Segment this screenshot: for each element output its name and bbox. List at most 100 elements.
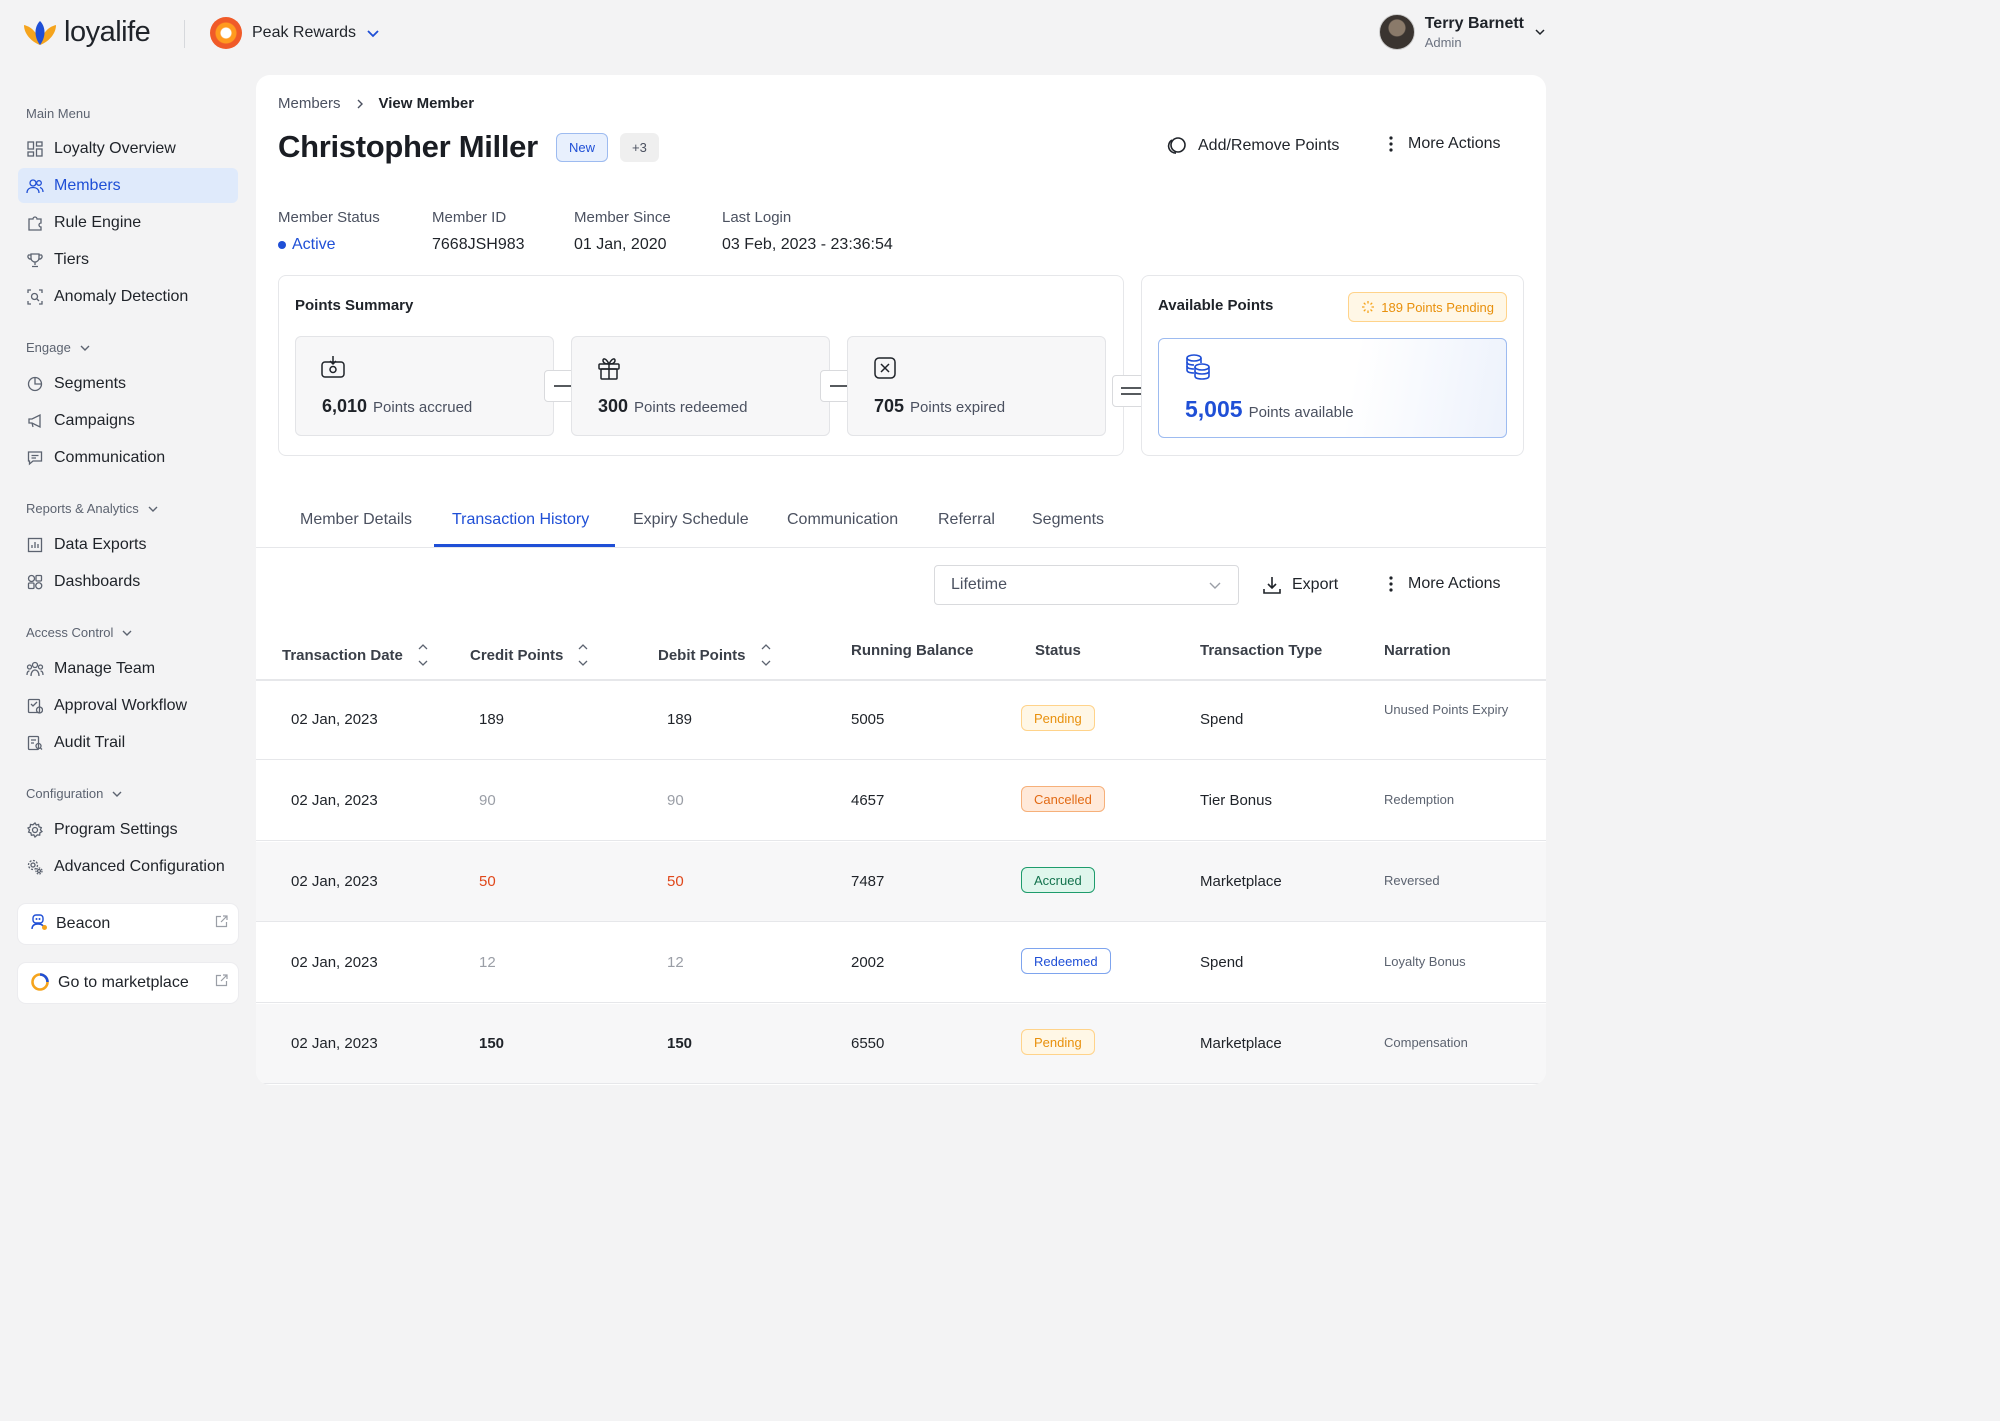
- cell-credit: 90: [479, 792, 496, 809]
- add-remove-points-button[interactable]: Add/Remove Points: [1166, 135, 1339, 157]
- section-toggle-engage[interactable]: Engage: [26, 340, 91, 355]
- tab-transaction-history[interactable]: Transaction History: [452, 511, 589, 529]
- sidebar-item-segments[interactable]: Segments: [18, 366, 238, 401]
- marketplace-link[interactable]: Go to marketplace: [18, 963, 238, 1003]
- breadcrumb-parent[interactable]: Members: [278, 95, 341, 112]
- points-summary-title: Points Summary: [295, 297, 414, 314]
- points-accrued-value: 6,010: [322, 396, 368, 416]
- member-status-value: Active: [292, 236, 336, 253]
- chevron-down-icon: [367, 30, 379, 38]
- member-status-label: Member Status: [278, 209, 380, 226]
- column-header-status: Status: [1035, 642, 1081, 659]
- section-toggle-configuration[interactable]: Configuration: [26, 786, 123, 801]
- tab-segments[interactable]: Segments: [1032, 511, 1104, 529]
- table-row[interactable]: 02 Jan, 2023 150 150 6550 Pending Market…: [256, 1004, 1546, 1084]
- export-button[interactable]: Export: [1262, 575, 1338, 595]
- external-link-icon: [215, 974, 228, 992]
- cell-date: 02 Jan, 2023: [291, 954, 378, 971]
- tab-member-details[interactable]: Member Details: [300, 511, 412, 529]
- cell-type: Spend: [1200, 711, 1244, 728]
- program-name: Peak Rewards: [252, 24, 357, 41]
- sidebar-item-approval-workflow[interactable]: Approval Workflow: [18, 688, 238, 723]
- user-menu[interactable]: Terry Barnett Admin: [1378, 14, 1546, 50]
- more-actions-label: More Actions: [1408, 135, 1501, 152]
- cell-balance: 2002: [851, 954, 885, 971]
- sidebar-item-label: Anomaly Detection: [54, 287, 189, 305]
- sidebar-item-advanced-configuration[interactable]: Advanced Configuration: [18, 849, 238, 884]
- sidebar-item-rule-engine[interactable]: Rule Engine: [18, 205, 238, 240]
- last-login-label: Last Login: [722, 209, 792, 226]
- gift-icon: [596, 355, 622, 386]
- member-id: Member ID 7668JSH983: [432, 209, 525, 254]
- sidebar-item-members[interactable]: Members: [18, 168, 238, 203]
- section-toggle-reports[interactable]: Reports & Analytics: [26, 501, 159, 516]
- cell-narration: Loyalty Bonus: [1384, 954, 1466, 969]
- more-badges-button[interactable]: +3: [620, 133, 659, 162]
- avatar: [1378, 14, 1415, 50]
- trophy-icon: [26, 251, 44, 269]
- table-row[interactable]: 02 Jan, 2023 12 12 2002 Redeemed Spend L…: [256, 923, 1546, 1003]
- section-title-configuration: Configuration: [26, 786, 104, 801]
- table-more-actions-button[interactable]: More Actions: [1384, 575, 1500, 593]
- sidebar-item-anomaly-detection[interactable]: Anomaly Detection: [18, 279, 238, 314]
- member-since: Member Since 01 Jan, 2020: [574, 209, 671, 254]
- sidebar-item-data-exports[interactable]: Data Exports: [18, 527, 238, 562]
- breadcrumb: Members View Member: [278, 95, 474, 112]
- gears-icon: [26, 858, 44, 876]
- tab-expiry-schedule[interactable]: Expiry Schedule: [633, 511, 749, 529]
- sidebar-item-audit-trail[interactable]: Audit Trail: [18, 725, 238, 760]
- user-role: Admin: [1424, 34, 1462, 50]
- sidebar-item-manage-team[interactable]: Manage Team: [18, 651, 238, 686]
- cell-narration: Redemption: [1384, 792, 1455, 807]
- download-icon: [1263, 577, 1281, 594]
- loyalife-logo-icon: [24, 20, 56, 45]
- tab-referral[interactable]: Referral: [938, 511, 995, 529]
- export-label: Export: [1292, 576, 1339, 593]
- period-select-value: Lifetime: [951, 576, 1008, 593]
- coins-icon: [1183, 353, 1211, 386]
- top-bar: loyalife Peak Rewards Terry Barnett Admi…: [0, 0, 1568, 68]
- beacon-label: Beacon: [56, 915, 111, 932]
- header-divider: [184, 20, 185, 48]
- active-tab-indicator: [434, 544, 615, 547]
- sort-icon: [578, 644, 588, 666]
- last-login: Last Login 03 Feb, 2023 - 23:36:54: [722, 209, 893, 254]
- sidebar-item-program-settings[interactable]: Program Settings: [18, 812, 238, 847]
- last-login-value: 03 Feb, 2023 - 23:36:54: [722, 236, 893, 253]
- sidebar-item-communication[interactable]: Communication: [18, 440, 238, 475]
- loader-icon: [1362, 301, 1375, 313]
- sidebar-item-label: Manage Team: [54, 659, 156, 677]
- kebab-menu-icon: [1389, 136, 1393, 152]
- section-toggle-access-control[interactable]: Access Control: [26, 625, 133, 640]
- sidebar-item-campaigns[interactable]: Campaigns: [18, 403, 238, 438]
- points-adjust-icon: [1167, 137, 1186, 154]
- sidebar-item-label: Audit Trail: [54, 733, 126, 751]
- approval-icon: [26, 697, 44, 715]
- period-select[interactable]: Lifetime: [934, 565, 1239, 605]
- sidebar-item-label: Data Exports: [54, 535, 147, 553]
- column-header-credit-points[interactable]: Credit Points: [470, 642, 589, 668]
- sidebar-item-dashboards[interactable]: Dashboards: [18, 564, 238, 599]
- puzzle-icon: [26, 214, 44, 232]
- program-switcher[interactable]: Peak Rewards: [210, 17, 380, 49]
- table-row[interactable]: 02 Jan, 2023 50 50 7487 Accrued Marketpl…: [256, 842, 1546, 922]
- cell-type: Tier Bonus: [1200, 792, 1272, 809]
- points-pending-badge: 189 Points Pending: [1348, 292, 1507, 322]
- chevron-down-icon: [1209, 582, 1221, 589]
- tab-communication[interactable]: Communication: [787, 511, 898, 529]
- cell-debit: 90: [667, 792, 684, 809]
- status-badge: Pending: [1021, 1029, 1095, 1055]
- sidebar-item-tiers[interactable]: Tiers: [18, 242, 238, 277]
- beacon-link[interactable]: Beacon: [18, 904, 238, 944]
- table-row[interactable]: 02 Jan, 2023 189 189 5005 Pending Spend …: [256, 680, 1546, 760]
- cell-date: 02 Jan, 2023: [291, 1035, 378, 1052]
- sidebar-item-loyalty-overview[interactable]: Loyalty Overview: [18, 131, 238, 166]
- table-row[interactable]: 02 Jan, 2023 90 90 4657 Cancelled Tier B…: [256, 761, 1546, 841]
- user-name: Terry Barnett: [1424, 14, 1524, 32]
- more-actions-button[interactable]: More Actions: [1384, 135, 1500, 153]
- app-logo[interactable]: loyalife: [22, 16, 151, 49]
- column-header-transaction-date[interactable]: Transaction Date: [282, 642, 429, 668]
- points-available-value: 5,005: [1185, 396, 1243, 422]
- column-header-running-balance: Running Balance: [851, 642, 974, 659]
- column-header-debit-points[interactable]: Debit Points: [658, 642, 772, 668]
